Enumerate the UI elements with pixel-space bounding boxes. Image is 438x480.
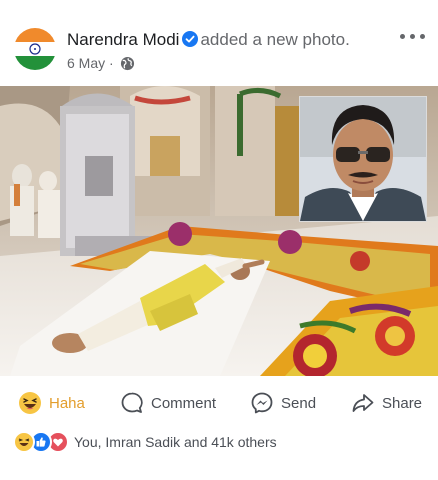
comment-label: Comment xyxy=(151,394,217,412)
send-label: Send xyxy=(281,394,317,412)
more-options-icon[interactable] xyxy=(400,30,426,44)
author-avatar[interactable] xyxy=(14,28,56,70)
reactions-summary-text: You, Imran Sadik and 41k others xyxy=(74,434,277,450)
inset-photo xyxy=(299,96,427,222)
share-label: Share xyxy=(382,394,423,412)
verified-badge-icon xyxy=(182,31,199,47)
post-meta: 6 May · xyxy=(67,55,135,71)
post-header: Narendra Modi added a new photo. 6 May · xyxy=(0,0,438,86)
messenger-icon xyxy=(250,391,274,415)
post-action-text: added a new photo. xyxy=(200,30,350,49)
reactions-summary[interactable]: You, Imran Sadik and 41k others xyxy=(13,431,277,453)
globe-icon xyxy=(120,56,135,71)
share-button[interactable]: Share xyxy=(351,385,422,421)
meta-separator: · xyxy=(109,55,114,71)
send-button[interactable]: Send xyxy=(250,385,316,421)
haha-label: Haha xyxy=(49,394,85,412)
haha-emoji-icon xyxy=(18,391,42,415)
post-title-line: Narendra Modi added a new photo. xyxy=(67,30,350,50)
haha-button[interactable]: Haha xyxy=(18,385,85,421)
comment-button[interactable]: Comment xyxy=(120,385,216,421)
author-name[interactable]: Narendra Modi xyxy=(67,30,179,49)
post-date[interactable]: 6 May xyxy=(67,55,105,71)
post-actions-bar: Haha Comment Send Share xyxy=(0,385,438,421)
comment-icon xyxy=(120,391,144,415)
share-icon xyxy=(351,391,375,415)
haha-reaction-icon xyxy=(13,431,35,453)
